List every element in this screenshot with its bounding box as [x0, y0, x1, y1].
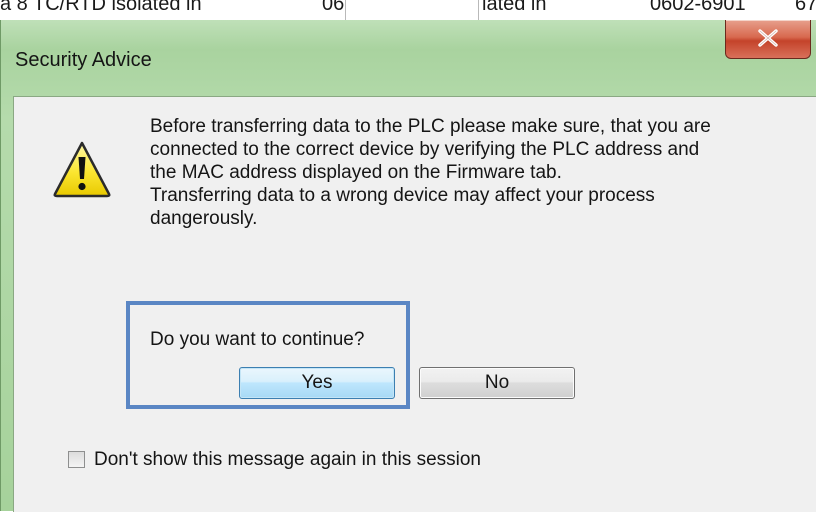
continue-question: Do you want to continue? — [150, 329, 365, 350]
message-line: Before transferring data to the PLC plea… — [150, 116, 711, 137]
dont-show-again-checkbox[interactable] — [68, 451, 85, 468]
message-line: connected to the correct device by verif… — [150, 139, 700, 160]
security-advice-dialog: Security Advice Before transferring data… — [0, 20, 816, 512]
background-table-strip: a 8 TC/RTD isolated in 06 lated in 0602-… — [0, 0, 816, 20]
message-line: dangerously. — [150, 208, 258, 229]
close-icon — [758, 29, 778, 47]
yes-button[interactable]: Yes — [239, 367, 395, 399]
dialog-content: Before transferring data to the PLC plea… — [13, 96, 816, 512]
table-cell: 0602-6901 — [650, 0, 746, 15]
close-button[interactable] — [725, 20, 811, 59]
table-cell: a 8 TC/RTD isolated in — [0, 0, 202, 15]
message-line: Transferring data to a wrong device may … — [150, 185, 655, 206]
table-cell: 67 — [795, 0, 816, 15]
no-button[interactable]: No — [419, 367, 575, 399]
message-text: Before transferring data to the PLC plea… — [150, 115, 800, 230]
table-cell: 06 — [322, 0, 345, 15]
dont-show-again-label[interactable]: Don't show this message again in this se… — [94, 449, 481, 471]
table-cell: lated in — [482, 0, 547, 15]
message-line: the MAC address displayed on the Firmwar… — [150, 162, 562, 183]
dialog-title: Security Advice — [15, 49, 152, 71]
title-bar[interactable]: Security Advice — [1, 20, 816, 88]
column-divider — [478, 0, 479, 20]
warning-icon — [53, 141, 111, 198]
column-divider — [345, 0, 346, 20]
